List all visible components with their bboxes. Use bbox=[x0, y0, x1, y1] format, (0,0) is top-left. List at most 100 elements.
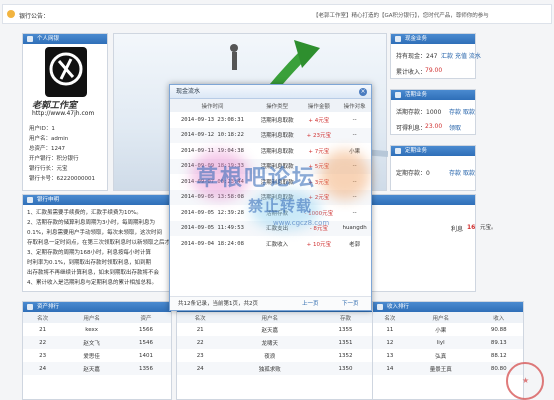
personal-fields: 用户ID：1 用户名：admin 总资产：1247 开户银行：积分银行 银行行长：元宝银… bbox=[29, 124, 107, 184]
personal-field-row: 用户名：admin bbox=[29, 134, 107, 144]
demand-title: 活期业务 bbox=[405, 92, 428, 98]
fixed-icon bbox=[395, 148, 401, 154]
fixed-withdraw-link[interactable]: 取款 bbox=[463, 170, 475, 177]
table-cell: 90.88 bbox=[490, 326, 507, 333]
demand-deposit: 活期存款：1000 bbox=[396, 109, 442, 116]
logo-url: http://www.47jh.com bbox=[32, 110, 95, 117]
statement-link[interactable]: 流水 bbox=[469, 53, 481, 60]
table-cell: 活期利息取款 bbox=[260, 117, 294, 124]
rules-lines: 1、汇款虽需要手续费的，汇款手续费为10%。 2、活期存款的储算利息周期为3小时，… bbox=[27, 208, 187, 288]
table-cell: 1401 bbox=[139, 352, 154, 359]
table-cell: 23 bbox=[196, 352, 204, 359]
column-header: 用户名 bbox=[62, 312, 122, 323]
pager: 共12条记录，当前第1页，共2页 上一页 下一页 bbox=[170, 296, 371, 310]
remit-link[interactable]: 汇款 bbox=[441, 53, 453, 60]
logo-mark-icon bbox=[49, 52, 83, 86]
personal-field-label: 银行卡号： bbox=[29, 176, 57, 182]
personal-field-label: 开户银行： bbox=[29, 156, 57, 162]
table-cell: 88.12 bbox=[490, 352, 507, 359]
table-cell: 23 bbox=[39, 352, 47, 359]
column-header: 操作时间 bbox=[170, 99, 255, 112]
close-icon[interactable]: × bbox=[359, 88, 367, 96]
prev-page-button[interactable]: 上一页 bbox=[302, 297, 319, 311]
cash-panel: 现金业务 持有现金：247 汇款 充值 流水 累计收入： 79.00 bbox=[390, 33, 481, 79]
claim-interest-link[interactable]: 领取 bbox=[449, 123, 461, 132]
table-cell: 22 bbox=[177, 336, 224, 349]
table-cell: 21 bbox=[39, 326, 47, 333]
personal-field-value: admin bbox=[51, 136, 69, 142]
table-cell: 1356 bbox=[121, 362, 171, 375]
table-row: 21 赵天嘉 1355 bbox=[177, 323, 375, 336]
watermark-text: 草根吧论坛 bbox=[196, 166, 317, 191]
personal-field-value: 1 bbox=[51, 126, 55, 132]
table-cell: 龙啸天 bbox=[223, 336, 317, 349]
speaker-icon bbox=[7, 10, 15, 18]
table-cell: + 10元宝 bbox=[306, 241, 331, 248]
notice-label: 银行公告： bbox=[19, 13, 50, 20]
cash-holdings: 持有现金：247 bbox=[396, 53, 438, 60]
table-cell: 24 bbox=[177, 362, 224, 375]
table-cell: 22 bbox=[23, 336, 63, 349]
column-header: 资产 bbox=[121, 312, 171, 323]
table-cell: 夜浪 bbox=[264, 353, 276, 360]
table-row: 12 liyl 89.13 bbox=[373, 336, 523, 349]
table-cell: 12 bbox=[373, 336, 407, 349]
column-header: 用户名 bbox=[406, 312, 475, 323]
rank-income-title: 收入排行 bbox=[387, 304, 410, 310]
demand-panel: 活期业务 活期存款：1000 存款 取款 可得利息： 23.00 领取 bbox=[390, 89, 476, 135]
table-header-row: 名次 用户名 收入 bbox=[373, 312, 523, 323]
personal-field-row: 银行行长：元宝 bbox=[29, 164, 107, 174]
column-header: 名次 bbox=[373, 312, 407, 323]
personal-title: 个人网银 bbox=[37, 36, 60, 42]
personal-field-value: 1247 bbox=[51, 146, 66, 152]
pager-summary: 共12条记录，当前第1页，共2页 bbox=[178, 301, 258, 307]
modal-header: 现金流水 × bbox=[170, 85, 371, 99]
rules-line: 4、累计收入是活期利息与定期利息的累计相加总和。 bbox=[27, 280, 158, 286]
table-cell: 13 bbox=[386, 352, 394, 359]
table-row: 2014-09-12 10:18:22 活期利息取款 + 23元宝 -- bbox=[170, 127, 371, 143]
rank-icon bbox=[27, 304, 33, 310]
table-cell: 汇款收入 bbox=[266, 241, 289, 248]
table-row: 11 小果 90.88 bbox=[373, 323, 523, 336]
rules-line: 2、活期存款的储算利息周期为3小时，每周期利息为 bbox=[27, 220, 156, 226]
rules-line: 3、定期存款的周期为168小时，利息按每小时计算 bbox=[27, 250, 151, 256]
demand-icon bbox=[395, 92, 401, 98]
table-cell: 弘真 bbox=[435, 353, 447, 360]
personal-field-label: 用户名： bbox=[29, 136, 52, 142]
modal-title: 现金流水 bbox=[176, 88, 201, 95]
fixed-deposit-link[interactable]: 存款 bbox=[449, 170, 461, 177]
rules-line: 0.1%，利息需要用户手动领取，每次未领取，这次时间 bbox=[27, 230, 162, 236]
column-header: 用户名 bbox=[223, 312, 317, 323]
rank-income-table: 名次 用户名 收入 11 小果 90.88 12 liyl 89.13 13 弘真 88.12 14 量景… bbox=[373, 312, 523, 375]
table-header-row: 名次 用户名 资产 bbox=[23, 312, 171, 323]
recharge-link[interactable]: 充值 bbox=[455, 53, 467, 60]
rules-interest-value: 16 bbox=[467, 224, 476, 231]
user-icon bbox=[27, 36, 33, 42]
table-cell: 活期利息取款 bbox=[260, 148, 294, 155]
rank-assets-panel: 资产排行 名次 用户名 资产 21 kexx 1566 22 赵文飞 1546 23 爱思佳 1401… bbox=[22, 301, 172, 400]
fixed-title: 定期业务 bbox=[405, 148, 428, 154]
column-header: 收入 bbox=[474, 312, 523, 323]
demand-withdraw-link[interactable]: 取款 bbox=[463, 109, 475, 116]
next-page-button[interactable]: 下一页 bbox=[342, 297, 359, 311]
rules-interest-unit: 元宝。 bbox=[480, 225, 497, 231]
table-row: 24 独孤求败 1350 bbox=[177, 362, 375, 375]
personal-field-label: 银行行长： bbox=[29, 166, 57, 172]
cash-icon bbox=[395, 36, 401, 42]
watermark-url: www.cgcz8.com bbox=[273, 219, 330, 227]
table-cell: 1350 bbox=[316, 362, 375, 375]
rules-line: 时利率为0.1%，到期取出存款时领取利息，如到期 bbox=[27, 260, 151, 266]
rules-line: 1、汇款虽需要手续费的，汇款手续费为10%。 bbox=[27, 210, 142, 216]
rules-line: 出存款将不再继续计算利息，如未到期取出存款将不会 bbox=[27, 270, 160, 276]
cash-title: 现金业务 bbox=[405, 36, 428, 42]
rank-income-panel: 收入排行 名次 用户名 收入 11 小果 90.88 12 liyl 89.13 13 弘真 88.1… bbox=[372, 301, 524, 400]
table-cell: 小果 bbox=[435, 327, 447, 334]
notice-icon bbox=[27, 197, 33, 203]
personal-header: 个人网银 bbox=[23, 34, 107, 44]
personal-panel: 个人网银 老郭工作室 http://www.47jh.com 用户ID：1 用户名… bbox=[22, 33, 108, 191]
table-row: 13 弘真 88.12 bbox=[373, 349, 523, 362]
column-header: 存款 bbox=[316, 312, 375, 323]
notice-bar: 银行公告： 【老郭工作室】精心打造的【GA积分银行】，您时代产品，尊师你的参与 bbox=[2, 4, 552, 24]
table-cell: -- bbox=[352, 209, 357, 216]
demand-deposit-link[interactable]: 存款 bbox=[449, 109, 461, 116]
